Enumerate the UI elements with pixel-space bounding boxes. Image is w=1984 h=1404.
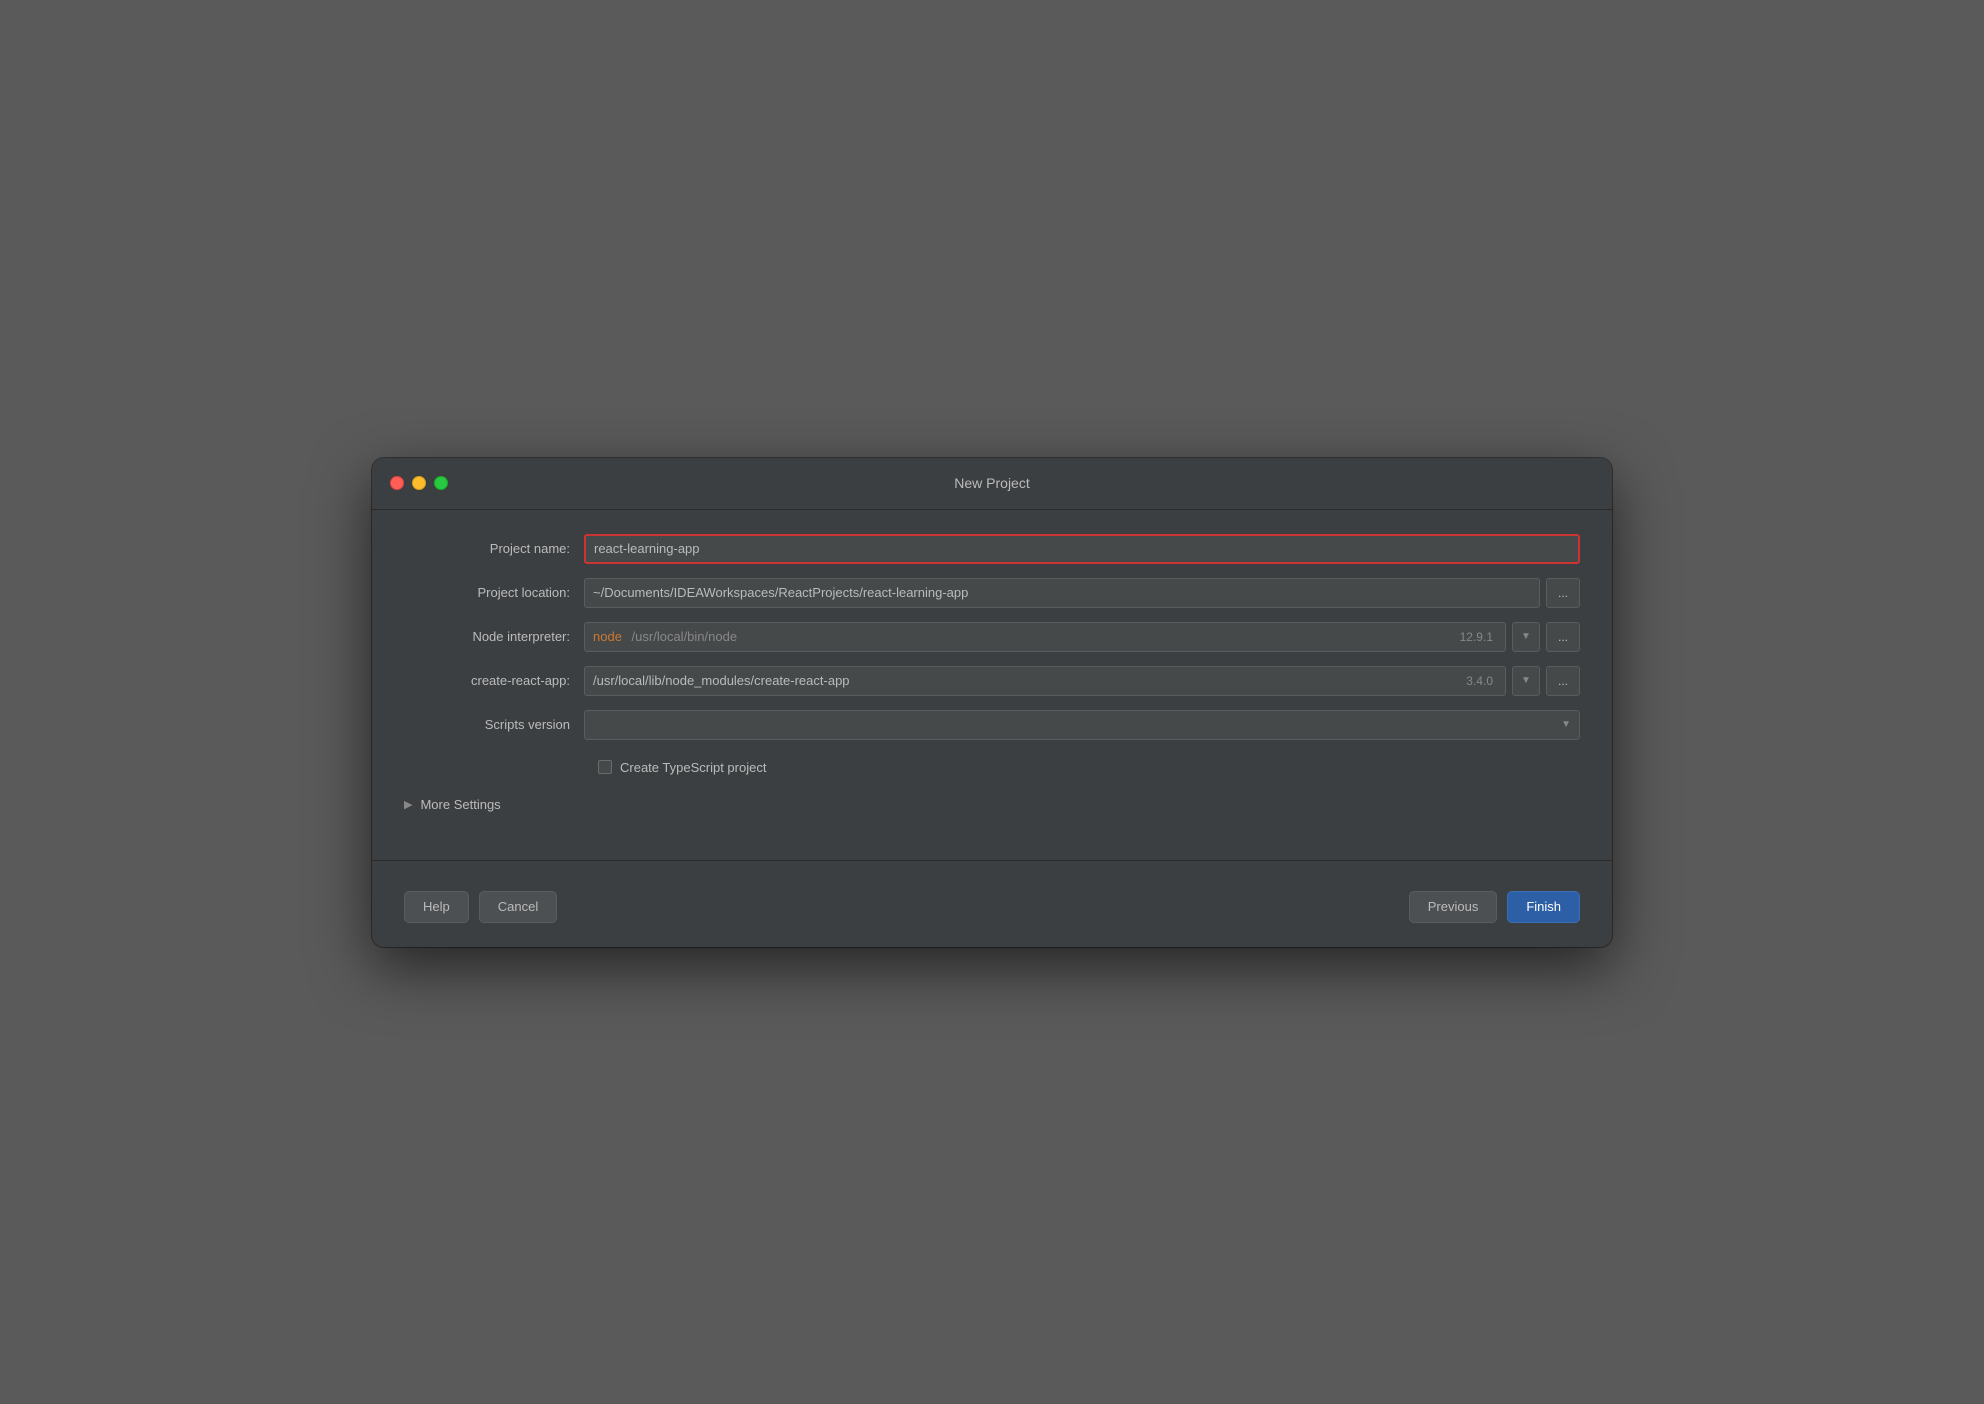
project-name-field-wrapper <box>584 534 1580 564</box>
more-settings-row[interactable]: ▶ More Settings <box>404 789 1580 820</box>
project-name-input[interactable] <box>584 534 1580 564</box>
create-react-app-row: create-react-app: /usr/local/lib/node_mo… <box>404 666 1580 696</box>
more-settings-label: More Settings <box>420 797 500 812</box>
separator <box>372 860 1612 861</box>
chevron-down-icon: ▼ <box>1521 631 1531 642</box>
scripts-version-label: Scripts version <box>404 717 584 732</box>
node-interpreter-value: node /usr/local/bin/node <box>593 629 737 644</box>
finish-button[interactable]: Finish <box>1507 891 1580 923</box>
scripts-version-input[interactable]: ▼ <box>584 710 1580 740</box>
typescript-label: Create TypeScript project <box>620 760 766 775</box>
typescript-row: Create TypeScript project <box>598 760 1580 775</box>
traffic-lights <box>390 476 448 490</box>
create-react-app-input[interactable]: /usr/local/lib/node_modules/create-react… <box>584 666 1506 696</box>
bottom-left-buttons: Help Cancel <box>404 891 557 923</box>
node-interpreter-label: Node interpreter: <box>404 629 584 644</box>
node-interpreter-field-wrapper: node /usr/local/bin/node 12.9.1 ▼ ... <box>584 622 1580 652</box>
window-title: New Project <box>954 475 1029 491</box>
project-location-label: Project location: <box>404 585 584 600</box>
previous-button[interactable]: Previous <box>1409 891 1498 923</box>
help-button[interactable]: Help <box>404 891 469 923</box>
form-content: Project name: Project location: ... Node… <box>372 510 1612 860</box>
create-react-app-browse-button[interactable]: ... <box>1546 666 1580 696</box>
create-react-app-value: /usr/local/lib/node_modules/create-react… <box>593 673 850 688</box>
new-project-dialog: New Project Project name: Project locati… <box>372 458 1612 947</box>
node-interpreter-input[interactable]: node /usr/local/bin/node 12.9.1 <box>584 622 1506 652</box>
minimize-button[interactable] <box>412 476 426 490</box>
node-path: /usr/local/bin/node <box>632 629 738 644</box>
chevron-down-icon-2: ▼ <box>1521 675 1531 686</box>
title-bar: New Project <box>372 458 1612 510</box>
scripts-version-row: Scripts version ▼ <box>404 710 1580 740</box>
scripts-version-field-wrapper: ▼ <box>584 710 1580 740</box>
project-location-row: Project location: ... <box>404 578 1580 608</box>
node-interpreter-row: Node interpreter: node /usr/local/bin/no… <box>404 622 1580 652</box>
create-react-app-version-badge: 3.4.0 <box>1466 674 1493 688</box>
project-name-row: Project name: <box>404 534 1580 564</box>
triangle-right-icon: ▶ <box>404 798 412 811</box>
project-location-browse-button[interactable]: ... <box>1546 578 1580 608</box>
project-name-label: Project name: <box>404 541 584 556</box>
maximize-button[interactable] <box>434 476 448 490</box>
node-interpreter-dropdown-button[interactable]: ▼ <box>1512 622 1540 652</box>
chevron-down-icon-3: ▼ <box>1561 719 1571 730</box>
close-button[interactable] <box>390 476 404 490</box>
node-keyword: node <box>593 629 622 644</box>
cancel-button[interactable]: Cancel <box>479 891 557 923</box>
project-location-input[interactable] <box>584 578 1540 608</box>
project-location-field-wrapper: ... <box>584 578 1580 608</box>
create-react-app-field-wrapper: /usr/local/lib/node_modules/create-react… <box>584 666 1580 696</box>
node-version-badge: 12.9.1 <box>1460 630 1493 644</box>
typescript-checkbox[interactable] <box>598 760 612 774</box>
create-react-app-dropdown-button[interactable]: ▼ <box>1512 666 1540 696</box>
create-react-app-label: create-react-app: <box>404 673 584 688</box>
bottom-bar: Help Cancel Previous Finish <box>372 877 1612 947</box>
node-interpreter-browse-button[interactable]: ... <box>1546 622 1580 652</box>
bottom-right-buttons: Previous Finish <box>1409 891 1580 923</box>
